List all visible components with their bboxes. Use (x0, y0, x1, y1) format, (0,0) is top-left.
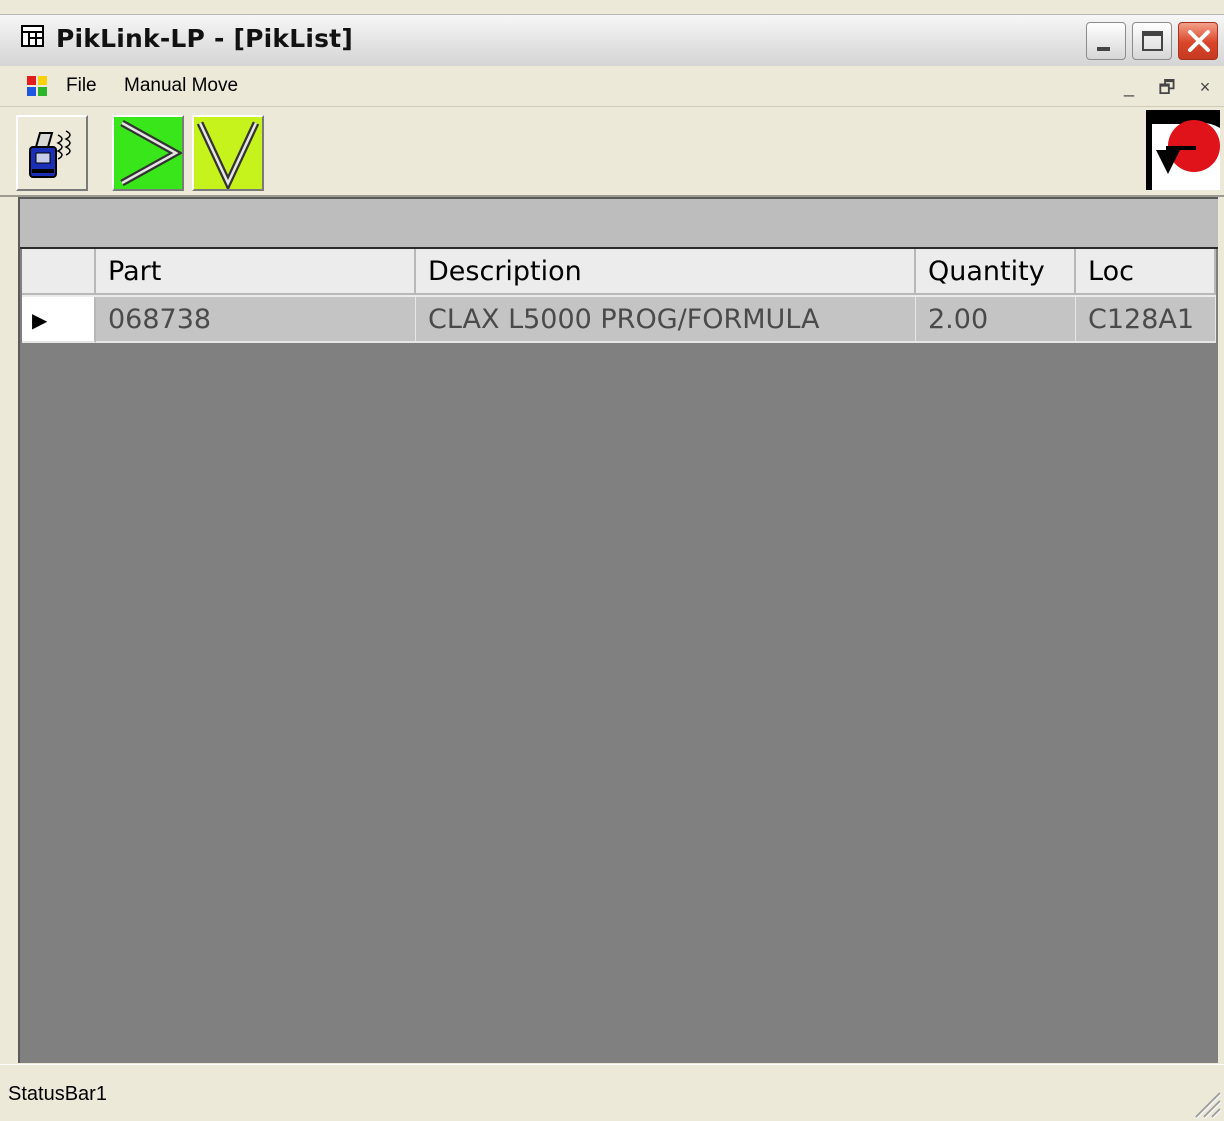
header-description[interactable]: Description (416, 249, 916, 295)
cell-quantity[interactable]: 2.00 (916, 297, 1076, 343)
maximize-button[interactable] (1132, 22, 1172, 60)
resize-grip-icon[interactable] (1188, 1085, 1222, 1119)
row-indicator-icon: ▶ (32, 308, 48, 332)
mdi-minimize-button[interactable]: _ (1114, 74, 1144, 100)
header-part[interactable]: Part (96, 249, 416, 295)
app-window: PikLink-LP - [PikList] File Manual Move … (0, 0, 1224, 1121)
grid-header-row: Part Description Quantity Loc (22, 249, 1216, 297)
play-next-icon (120, 119, 184, 187)
app-icon (21, 25, 44, 47)
minimize-icon (1097, 47, 1110, 51)
grid-caption-bar (20, 199, 1218, 249)
cell-part[interactable]: 068738 (96, 297, 416, 343)
header-row-selector (22, 249, 96, 295)
close-button[interactable] (1178, 22, 1218, 60)
down-triangle-icon (196, 121, 260, 192)
close-icon (1188, 30, 1210, 52)
menu-manual-move[interactable]: Manual Move (124, 75, 238, 97)
mdi-restore-button[interactable]: 🗗 (1152, 74, 1182, 100)
handheld-scanner-icon (29, 130, 71, 178)
row-indicator[interactable]: ▶ (22, 297, 96, 343)
maximize-icon (1142, 31, 1163, 51)
scanner-button[interactable] (16, 115, 88, 191)
next-button[interactable] (112, 115, 184, 191)
menu-file[interactable]: File (66, 75, 97, 97)
window-title: PikLink-LP - [PikList] (56, 24, 353, 53)
status-bar: StatusBar1 (0, 1064, 1224, 1121)
mdi-child-icon[interactable] (26, 75, 48, 97)
minimize-button[interactable] (1086, 22, 1126, 60)
cell-loc[interactable]: C128A1 (1076, 297, 1216, 343)
mdi-close-button[interactable]: × (1190, 74, 1220, 100)
header-quantity[interactable]: Quantity (916, 249, 1076, 295)
title-bar[interactable]: PikLink-LP - [PikList] (0, 14, 1224, 67)
down-button[interactable] (192, 115, 264, 192)
company-logo-icon (1146, 110, 1220, 190)
cell-description[interactable]: CLAX L5000 PROG/FORMULA (416, 297, 916, 343)
header-loc[interactable]: Loc (1076, 249, 1216, 295)
toolbar (0, 107, 1224, 197)
status-text: StatusBar1 (8, 1083, 107, 1105)
table-row[interactable]: ▶ 068738 CLAX L5000 PROG/FORMULA 2.00 C1… (22, 297, 1216, 345)
menu-bar: File Manual Move _ 🗗 × (0, 66, 1224, 107)
grid-area: Part Description Quantity Loc ▶ 068738 C… (18, 197, 1218, 1063)
